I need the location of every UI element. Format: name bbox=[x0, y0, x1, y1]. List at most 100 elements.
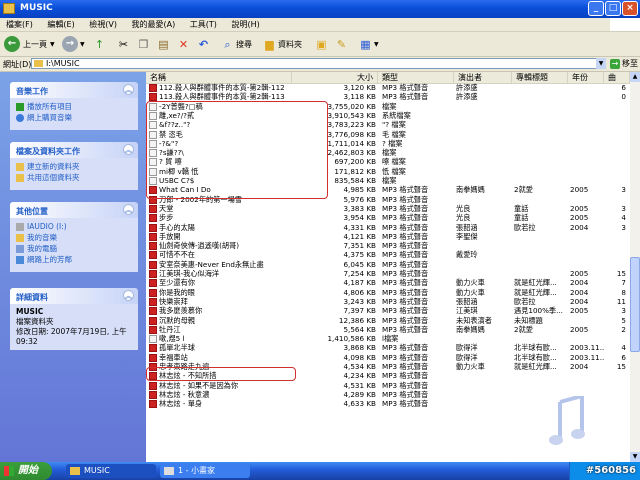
file-row[interactable]: 孤單北半球 3,868 KB MP3 格式聲音 歐得洋 北半球有歐... 2003.11.… bbox=[146, 343, 630, 353]
file-tasks-header[interactable]: 檔案及資料夾工作 ︽ bbox=[10, 142, 138, 158]
menu-edit[interactable]: 編輯(E) bbox=[41, 18, 80, 31]
file-row[interactable]: 牡丹江 5,564 KB MP3 格式聲音 南拳媽媽 2就愛 2005 2 bbox=[146, 325, 630, 334]
file-row[interactable]: 安室奈美惠-Never End永無止盡 6,045 KB MP3 格式聲音 bbox=[146, 260, 630, 269]
play-all-link[interactable]: 播放所有項目 bbox=[16, 101, 132, 112]
file-type: MP3 格式聲音 bbox=[382, 389, 429, 399]
file-row[interactable]: 步步 3,954 KB MP3 格式聲音 光良 童話 2005 4 bbox=[146, 213, 630, 223]
forward-button[interactable]: → ▼ bbox=[62, 35, 85, 53]
other-places-panel: 其他位置 ︽ IAUDIO (I:) 我的音樂 我的電腦 網路上的芳鄰 bbox=[10, 202, 138, 272]
share-folder-icon bbox=[16, 173, 24, 182]
mp3-file-icon bbox=[149, 288, 157, 297]
file-row[interactable]: 手心的太陽 4,331 KB MP3 格式聲音 張韶涵 歐若拉 2004 3 bbox=[146, 223, 630, 232]
back-button[interactable]: ← 上一頁 ▼ bbox=[4, 35, 55, 53]
file-row[interactable]: 天堂 3,383 KB MP3 格式聲音 光良 童話 2005 3 bbox=[146, 204, 630, 213]
views-button[interactable]: ▦ ▼ bbox=[358, 35, 379, 53]
search-button[interactable]: ⌕ 搜尋 bbox=[220, 35, 252, 53]
folder-options-button[interactable]: ▣ bbox=[314, 35, 329, 53]
column-name[interactable]: 名稱 bbox=[146, 72, 292, 83]
collapse-icon[interactable]: ︽ bbox=[123, 144, 134, 155]
file-row[interactable]: 沉默的母親 12,386 KB MP3 格式聲音 未知表演者 未知標題 5 bbox=[146, 316, 630, 325]
up-folder-button[interactable]: ↑ bbox=[92, 35, 107, 53]
file-type: MP3 格式聲音 bbox=[382, 371, 429, 381]
file-tasks-title: 檔案及資料夾工作 bbox=[16, 147, 80, 156]
start-button[interactable]: 開始 bbox=[0, 462, 52, 480]
file-row[interactable]: 112.殺人與群體事件的本質-第2輯-112 3,120 KB MP3 格式聲音 許添… bbox=[146, 83, 630, 92]
chevron-down-icon: ▼ bbox=[374, 40, 379, 48]
file-track: 8 bbox=[621, 287, 626, 297]
vertical-scrollbar[interactable]: ▲ ▼ bbox=[630, 72, 640, 462]
copy-button[interactable]: ❐ bbox=[136, 35, 151, 53]
mp3-file-icon bbox=[149, 381, 157, 390]
sync-button[interactable]: ✎ bbox=[334, 35, 349, 53]
file-size: 4,633 KB bbox=[343, 399, 376, 409]
collapse-icon[interactable]: ︽ bbox=[123, 204, 134, 215]
details-header[interactable]: 詳細資料 ︽ bbox=[10, 288, 138, 304]
maximize-button[interactable]: □ bbox=[605, 1, 621, 16]
file-type: MP3 格式聲音 bbox=[382, 324, 429, 334]
undo-button[interactable]: ↶ bbox=[196, 35, 211, 53]
place-my-music[interactable]: 我的音樂 bbox=[16, 232, 132, 243]
column-type[interactable]: 類型 bbox=[378, 72, 454, 83]
place-iaudio[interactable]: IAUDIO (I:) bbox=[16, 221, 132, 232]
collapse-icon[interactable]: ︽ bbox=[123, 290, 134, 301]
task-music[interactable]: MUSIC bbox=[66, 464, 156, 478]
minimize-button[interactable]: _ bbox=[588, 1, 604, 16]
file-row[interactable]: 嗽,煜5 l 1,410,586 KB l檔案 bbox=[146, 334, 630, 344]
other-places-header[interactable]: 其他位置 ︽ bbox=[10, 202, 138, 218]
file-track: 4 bbox=[621, 213, 626, 223]
task-paint[interactable]: 1 - 小畫家 bbox=[160, 464, 250, 478]
share-folder-link[interactable]: 共用這個資料夾 bbox=[16, 172, 132, 183]
file-row[interactable]: 可惜不不在 4,375 KB MP3 格式聲音 戴愛玲 bbox=[146, 250, 630, 260]
column-album[interactable]: 專輯標題 bbox=[512, 72, 568, 83]
file-row[interactable]: 仙劍奇俠傳-逍遙嘆(胡哥) 7,351 KB MP3 格式聲音 bbox=[146, 241, 630, 251]
paste-button[interactable]: ▤ bbox=[156, 35, 171, 53]
file-year: 2005 bbox=[570, 203, 589, 213]
buy-music-link[interactable]: 網上購買音樂 bbox=[16, 112, 132, 123]
menu-tools[interactable]: 工具(T) bbox=[184, 18, 223, 31]
file-artist: 未知表演者 bbox=[456, 315, 492, 325]
file-album: 歐若拉 bbox=[514, 296, 536, 306]
details-title: 詳細資料 bbox=[16, 293, 48, 302]
close-button[interactable]: × bbox=[622, 1, 638, 16]
play-icon bbox=[16, 102, 24, 111]
chevron-down-icon: ▼ bbox=[80, 40, 85, 48]
cut-button[interactable]: ✂ bbox=[116, 35, 131, 53]
column-track[interactable]: 曲 bbox=[604, 72, 630, 83]
file-row[interactable]: 林志炫 - 如果不是因為你 4,531 KB MP3 格式聲音 bbox=[146, 381, 630, 390]
menu-help[interactable]: 說明(H) bbox=[225, 18, 265, 31]
scroll-thumb[interactable] bbox=[630, 257, 640, 352]
scroll-down-button[interactable]: ▼ bbox=[630, 452, 640, 462]
title-bar[interactable]: MUSIC _ □ × bbox=[0, 0, 640, 18]
address-dropdown-button[interactable]: ▼ bbox=[596, 58, 606, 69]
menu-favorites[interactable]: 我的最愛(A) bbox=[126, 18, 182, 31]
file-row[interactable]: 你是我的眼 4,806 KB MP3 格式聲音 動力火車 就是紅光輝... 2004 8 bbox=[146, 288, 630, 297]
file-artist: 南拳媽媽 bbox=[456, 185, 485, 195]
file-type: MP3 格式聲音 bbox=[382, 213, 429, 223]
address-field[interactable]: I:\MUSIC bbox=[31, 58, 606, 69]
column-year[interactable]: 年份 bbox=[568, 72, 604, 83]
place-network[interactable]: 網路上的芳鄰 bbox=[16, 254, 132, 265]
file-row[interactable]: 我多麼羨慕你 7,397 KB MP3 格式聲音 江美琪 遇見100%季... 2005 3 bbox=[146, 306, 630, 316]
delete-button[interactable]: ✕ bbox=[176, 35, 191, 53]
file-row[interactable]: 至少還有你 4,187 KB MP3 格式聲音 動力火車 就是紅光輝... 2004 7 bbox=[146, 278, 630, 288]
music-tasks-header[interactable]: 音樂工作 ︽ bbox=[10, 82, 138, 98]
folder-options-icon: ▣ bbox=[316, 37, 327, 51]
go-button[interactable]: → 移至 bbox=[610, 58, 638, 69]
file-row[interactable]: 快樂崇拜 3,243 KB MP3 格式聲音 張韶涵 歐若拉 2004 11 bbox=[146, 297, 630, 306]
scroll-up-button[interactable]: ▲ bbox=[630, 72, 640, 82]
file-type: 檔案 bbox=[382, 148, 397, 158]
music-tasks-title: 音樂工作 bbox=[16, 87, 48, 96]
collapse-icon[interactable]: ︽ bbox=[123, 84, 134, 95]
folders-button[interactable]: ▆ 資料夾 bbox=[262, 35, 302, 53]
file-name: 安室奈美惠-Never End永無止盡 bbox=[159, 259, 264, 269]
menu-view[interactable]: 檢視(V) bbox=[83, 18, 123, 31]
mp3-file-icon bbox=[149, 270, 157, 278]
file-row[interactable]: 江美琪-我心似海洋 7,254 KB MP3 格式聲音 2005 15 bbox=[146, 269, 630, 278]
file-row[interactable]: 幸福車站 4,098 KB MP3 格式聲音 歐得洋 北半球有歐... 2003.11..… bbox=[146, 353, 630, 362]
new-folder-link[interactable]: 建立新的資料夾 bbox=[16, 161, 132, 172]
place-my-computer[interactable]: 我的電腦 bbox=[16, 243, 132, 254]
menu-file[interactable]: 檔案(F) bbox=[0, 18, 39, 31]
column-artist[interactable]: 演出者 bbox=[454, 72, 512, 83]
column-size[interactable]: 大小 bbox=[292, 72, 378, 83]
file-row[interactable]: 手放開 4,121 KB MP3 格式聲音 李聖傑 bbox=[146, 232, 630, 241]
